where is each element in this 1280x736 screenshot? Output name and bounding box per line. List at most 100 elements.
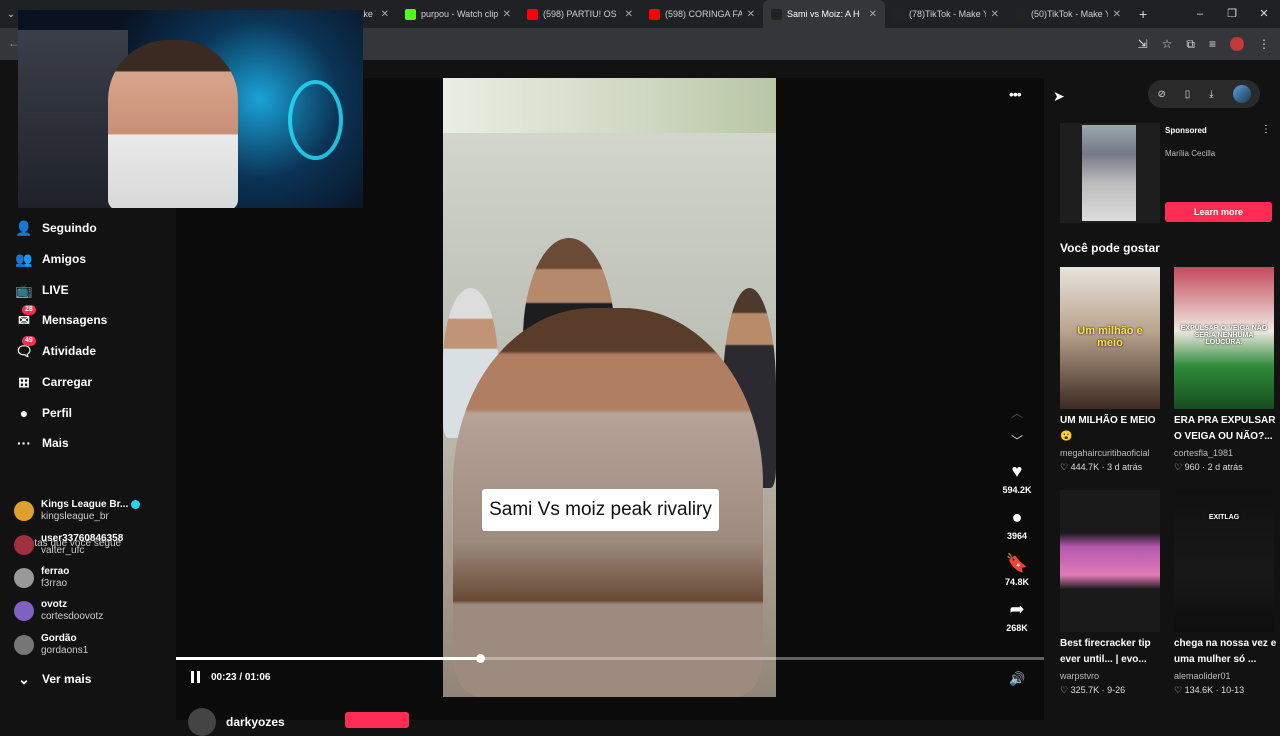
video-progress-bar[interactable] (176, 654, 1044, 663)
profile-avatar[interactable] (1230, 37, 1244, 51)
install-app-icon[interactable]: ⇲ (1138, 37, 1148, 51)
like-count: 594.2K (1002, 485, 1032, 495)
mouse-cursor-icon: ➤ (1053, 88, 1065, 104)
reading-list-icon[interactable]: ≡ (1209, 37, 1216, 51)
sidebar-item-seguindo[interactable]: 👤 Seguindo (15, 220, 96, 236)
tab-favicon (893, 8, 904, 20)
recommended-video-author[interactable]: warpstvro (1060, 671, 1099, 681)
close-tab-icon[interactable]: ✕ (991, 9, 999, 20)
close-tab-icon[interactable]: ✕ (869, 9, 877, 20)
phone-icon[interactable]: ▯ (1185, 89, 1191, 100)
sidebar-item-live[interactable]: 📺 LIVE (15, 282, 68, 298)
browser-tab[interactable]: purpou - Watch clips ✕ (397, 0, 519, 28)
sidebar-item-perfil[interactable]: ● Perfil (16, 405, 72, 421)
close-tab-icon[interactable]: ✕ (503, 9, 511, 20)
recommended-video-stats: ♡ 444.7K · 3 d atrás (1060, 462, 1143, 472)
recommended-video-title[interactable]: ERA PRA EXPULSAR O VEIGA OU NÃO?... (1174, 413, 1278, 445)
learn-more-button[interactable]: Learn more (1165, 202, 1272, 222)
close-tab-icon[interactable]: ✕ (747, 9, 755, 20)
bookmark-star-icon[interactable]: ☆ (1162, 37, 1173, 51)
save-button[interactable]: 🔖 74.8K (996, 552, 1038, 587)
next-video-icon[interactable]: ﹀ (1011, 432, 1023, 449)
minimize-button[interactable]: – (1184, 0, 1216, 28)
video-more-icon[interactable]: ••• (1009, 86, 1022, 102)
recommended-video-author[interactable]: alemaolider01 (1174, 671, 1231, 681)
ad-thumbnail[interactable] (1060, 123, 1160, 223)
close-window-button[interactable]: ✕ (1248, 0, 1280, 28)
author-name: darkyozes (226, 715, 285, 729)
recommended-video-thumbnail[interactable]: EXPULSAR O VEIGA NÃO SERIA NENHUMA LOUCU… (1174, 267, 1274, 409)
tab-title: (78)TikTok - Make Yo (909, 9, 986, 19)
compass-icon[interactable]: ⊘ (1157, 89, 1165, 100)
download-icon[interactable]: ⤓ (1209, 89, 1213, 100)
video-wall-foliage (443, 78, 776, 133)
pause-icon[interactable] (191, 671, 203, 683)
browser-tab[interactable]: (598) PARTIU! OS ÚLT ✕ (519, 0, 641, 28)
share-icon: ➦ (1009, 599, 1025, 619)
verified-icon (131, 499, 141, 509)
extensions-icon[interactable]: ⧉ (1186, 37, 1195, 52)
account-avatar (14, 635, 34, 655)
notification-badge: 28 (22, 305, 36, 315)
follow-button[interactable] (345, 712, 409, 728)
sidebar-item-label: Amigos (42, 252, 87, 266)
sidebar-item-label: Mensagens (42, 313, 108, 327)
recommended-video-title[interactable]: UM MILHÃO E MEIO 😮 (1060, 413, 1164, 445)
recommended-video-author[interactable]: megahaircuritibaoficial (1060, 448, 1150, 458)
like-button[interactable]: ♥ 594.2K (996, 460, 1038, 495)
tab-favicon (649, 8, 660, 20)
recommended-video-thumbnail[interactable]: Um milhão e meio (1060, 267, 1160, 409)
volume-icon[interactable]: 🔊 (1009, 671, 1025, 687)
playback-controls: 00:23 / 01:06 (191, 671, 271, 683)
recommended-video-thumbnail[interactable]: EXITLAG (1174, 490, 1274, 632)
sidebar-item-amigos[interactable]: 👥 Amigos (15, 251, 87, 267)
account-handle: gordaons1 (41, 645, 89, 656)
sidebar-item-atividade[interactable]: 🗨 49 Atividade (15, 336, 96, 359)
tab-favicon (527, 8, 538, 20)
account-handle: f3rrao (41, 578, 68, 589)
close-tab-icon[interactable]: ✕ (625, 9, 633, 20)
followed-account[interactable]: user33760846358 valter_ufc (14, 533, 123, 557)
followed-account[interactable]: ferrao f3rrao (14, 566, 69, 590)
new-tab-button[interactable]: + (1139, 6, 1147, 22)
maximize-button[interactable]: ❐ (1216, 0, 1248, 28)
webcam-overlay (18, 10, 363, 208)
browser-tab[interactable]: Sami vs Moiz: A H ✕ (763, 0, 885, 28)
tab-favicon (1015, 8, 1026, 20)
browser-tab[interactable]: (50)TikTok - Make Yo ✕ (1007, 0, 1129, 28)
recommended-video-stats: ♡ 325.7K · 9-26 (1060, 685, 1126, 695)
followed-account[interactable]: Kings League Br... kingsleague_br (14, 499, 141, 523)
account-name: Kings League Br... (41, 499, 141, 511)
followed-account[interactable]: ovotz cortesdoovotz (14, 599, 103, 623)
share-count: 268K (1006, 623, 1028, 633)
notification-badge: 49 (22, 336, 36, 346)
see-more-link[interactable]: ⌄ Ver mais (16, 671, 91, 687)
video-player[interactable] (443, 78, 776, 697)
followed-account[interactable]: Gordão gordaons1 (14, 633, 88, 657)
previous-video-icon[interactable]: ︿ (1011, 404, 1023, 421)
comment-count: 3964 (1006, 531, 1028, 541)
browser-menu-icon[interactable]: ⋮ (1258, 37, 1270, 51)
ad-more-icon[interactable]: ⋮ (1261, 124, 1271, 135)
sidebar-item-carregar[interactable]: ⊞ Carregar (16, 374, 92, 390)
recommended-video-thumbnail[interactable] (1060, 490, 1160, 632)
recommended-video-title[interactable]: Best firecracker tip ever until... | evo… (1060, 636, 1164, 668)
browser-tab[interactable]: (78)TikTok - Make Yo ✕ (885, 0, 1007, 28)
recommended-video-author[interactable]: cortesfla_1981 (1174, 448, 1233, 458)
webcam-person (108, 40, 238, 208)
browser-tab[interactable]: (598) CORINGA FALA ✕ (641, 0, 763, 28)
sidebar-item-mensagens[interactable]: ✉ 28 Mensagens (16, 305, 108, 328)
tab-title: purpou - Watch clips (421, 9, 498, 19)
video-author[interactable]: darkyozes (188, 708, 285, 736)
account-name: user33760846358 (41, 533, 124, 544)
user-avatar[interactable] (1232, 85, 1251, 103)
close-tab-icon[interactable]: ✕ (381, 9, 389, 20)
comment-button[interactable]: ● 3964 (996, 506, 1038, 541)
sidebar-item-mais[interactable]: ··· Mais (16, 435, 69, 451)
share-button[interactable]: ➦ 268K (996, 598, 1038, 633)
video-progress-fill (176, 657, 480, 660)
thumbnail-overlay-text: EXPULSAR O VEIGA NÃO SERIA NENHUMA LOUCU… (1180, 325, 1268, 346)
video-progress-thumb[interactable] (475, 654, 485, 663)
close-tab-icon[interactable]: ✕ (1113, 9, 1121, 20)
recommended-video-title[interactable]: chega na nossa vez e uma mulher só ... (1174, 636, 1278, 668)
